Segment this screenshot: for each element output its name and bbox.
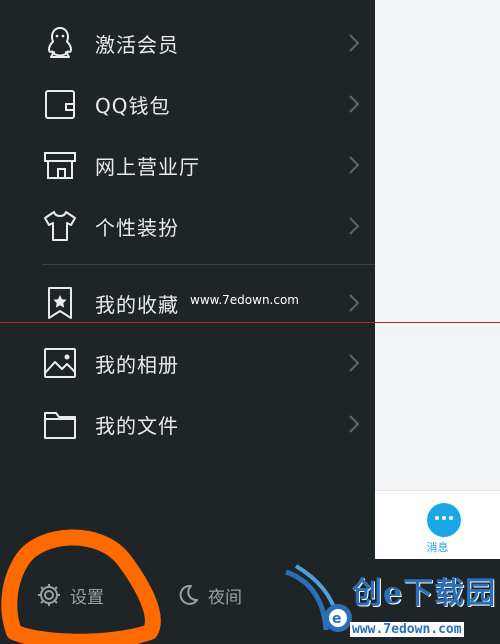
gear-icon bbox=[38, 584, 60, 606]
photo-icon bbox=[44, 348, 76, 378]
menu-item-online-service-hall[interactable]: 网上营业厅 bbox=[0, 135, 375, 195]
menu-item-label: 激活会员 bbox=[95, 33, 179, 57]
brand-url: www.7edown.com bbox=[350, 622, 464, 637]
message-bubble-icon bbox=[427, 503, 461, 538]
chevron-right-icon bbox=[349, 217, 360, 235]
night-mode-button[interactable]: 夜间 bbox=[176, 580, 242, 610]
main-content-pane bbox=[375, 0, 500, 558]
chevron-right-icon bbox=[349, 156, 360, 174]
menu-item-label: 我的相册 bbox=[95, 353, 179, 377]
tab-messages-label: 消息 bbox=[426, 541, 449, 554]
wallet-icon bbox=[45, 90, 75, 119]
menu-item-activate-membership[interactable]: 激活会员 bbox=[0, 13, 375, 73]
chevron-right-icon bbox=[349, 415, 360, 433]
folder-icon bbox=[44, 412, 76, 439]
menu-item-label: 网上营业厅 bbox=[95, 155, 200, 179]
site-watermark: www.7edown.com bbox=[190, 293, 299, 307]
svg-text:e: e bbox=[332, 611, 342, 627]
chevron-right-icon bbox=[349, 354, 360, 372]
brand-watermark: e 创e下载园 www.7edown.com bbox=[280, 560, 500, 644]
penguin-icon bbox=[48, 27, 72, 58]
tshirt-icon bbox=[44, 211, 76, 241]
menu-item-my-favorites[interactable]: 我的收藏 bbox=[0, 273, 375, 333]
menu-divider bbox=[42, 264, 375, 265]
bookmark-star-icon bbox=[48, 287, 72, 319]
menu-item-qq-wallet[interactable]: QQ钱包 bbox=[0, 74, 375, 134]
menu-item-my-files[interactable]: 我的文件 bbox=[0, 394, 375, 454]
settings-label: 设置 bbox=[70, 587, 104, 608]
chevron-right-icon bbox=[349, 34, 360, 52]
chevron-right-icon bbox=[349, 294, 360, 312]
menu-item-label: QQ钱包 bbox=[95, 94, 171, 118]
menu-item-label: 我的文件 bbox=[95, 414, 179, 438]
guide-line bbox=[0, 322, 500, 323]
brand-name: 创e下载园 bbox=[352, 576, 497, 611]
moon-icon bbox=[179, 584, 198, 605]
menu-item-my-album[interactable]: 我的相册 bbox=[0, 333, 375, 393]
menu-item-label: 我的收藏 bbox=[95, 293, 179, 317]
store-icon bbox=[44, 152, 76, 179]
brand-logo-icon: e bbox=[285, 564, 352, 632]
menu-item-label: 个性装扮 bbox=[95, 216, 179, 240]
settings-button[interactable]: 设置 bbox=[36, 580, 104, 610]
night-mode-label: 夜间 bbox=[208, 587, 242, 608]
main-tab-bar: 消息 bbox=[375, 490, 500, 559]
menu-item-personalization[interactable]: 个性装扮 bbox=[0, 196, 375, 256]
chevron-right-icon bbox=[349, 95, 360, 113]
